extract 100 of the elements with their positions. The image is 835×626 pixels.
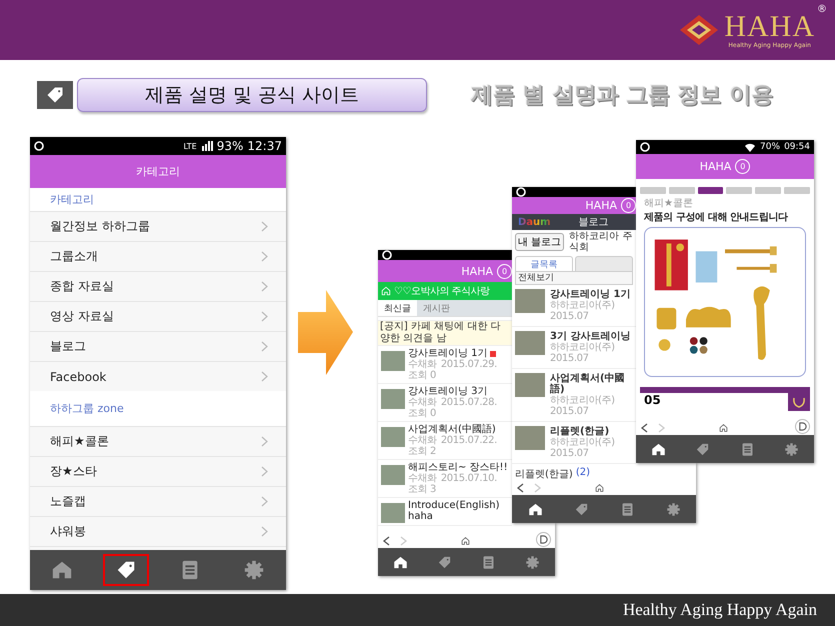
app-title: HAHA [461, 264, 493, 278]
settings-icon [525, 554, 540, 570]
category-list-item[interactable]: Facebook [30, 361, 286, 391]
tag-icon [436, 554, 452, 570]
post-author: 하하코리아(주) [550, 300, 615, 311]
post-title: 강사트레이닝 1기 [550, 289, 630, 300]
post-author: 수채화 [408, 397, 437, 408]
logo-emblem-icon [678, 13, 720, 47]
category-label: 해피★콜론 [50, 433, 109, 450]
tag-icon [695, 442, 710, 456]
post-count: (2) [576, 467, 590, 480]
my-blog-button[interactable]: 내 블로그 [515, 233, 564, 251]
post-title: 강사트레이닝 1기 [408, 348, 488, 359]
post-row[interactable]: 강사트레이닝 3기 수채화 2015.07.28. 조회 0 [378, 384, 512, 422]
portal-logo: Daum [518, 216, 551, 228]
blog-bar-title: 블로그 [578, 216, 609, 230]
post-date: 2015.07.29. [440, 359, 497, 370]
breadcrumb: 해피★콜론 [643, 197, 694, 209]
post-row[interactable]: 3기 강사트레이닝 하하코리아(주) 2015.07 [512, 327, 636, 369]
section-label: 카테고리 [30, 188, 286, 211]
category-list-item[interactable]: 장★스타 [30, 456, 286, 486]
floating-button[interactable] [795, 419, 810, 434]
post-row[interactable]: 사업계획서(中國語) 하하코리아(주) 2015.07 [512, 369, 636, 422]
category-list-item[interactable]: 해피★콜론 [30, 426, 286, 456]
category-list-item[interactable]: 영상 자료실 [30, 301, 286, 331]
tab[interactable] [698, 187, 724, 194]
circle-icon [382, 250, 392, 260]
clock: 12:37 [247, 139, 282, 153]
chevron-right-icon [261, 466, 268, 477]
chevron-right-icon [261, 496, 268, 507]
post-author: 하하코리아(주) [550, 342, 615, 353]
battery-level: 70% [760, 142, 780, 152]
home-icon [461, 536, 470, 546]
post-row[interactable]: 사업계획서(中國語) 수채화 2015.07.22. 조회 2 [378, 422, 512, 460]
app-title: HAHA [700, 160, 732, 173]
category-label: 종합 자료실 [50, 278, 114, 295]
chevron-right-icon [261, 281, 268, 292]
tag-icon [45, 85, 65, 105]
category-list-item[interactable]: 블로그 [30, 331, 286, 361]
photo-placeholder [381, 389, 405, 409]
registered-mark: ® [817, 4, 827, 14]
category-label: 월간정보 하하그룹 [50, 218, 150, 235]
post-row[interactable]: 해피스토리~ 장스타!! 수채화 2015.07.10. 조회 3 [378, 460, 512, 498]
category-list-item[interactable]: 그룹소개 [30, 241, 286, 271]
floating-button[interactable] [536, 532, 551, 547]
post-date: 2015.07 [550, 406, 589, 417]
tab[interactable]: 게시판 [417, 300, 456, 316]
tag-icon [115, 559, 137, 581]
home-icon [595, 483, 604, 493]
post-title: 강사트레이닝 3기 [408, 386, 488, 397]
document-icon [481, 554, 496, 570]
post-title: 해피스토리~ 장스타!! [408, 462, 508, 473]
wifi-icon [744, 142, 756, 152]
chat-count-badge: 0 [735, 159, 750, 174]
section-number: 05 [643, 393, 661, 407]
category-label: 노즐캡 [50, 493, 86, 510]
photo-placeholder [381, 465, 405, 485]
footer-slogan: Healthy Aging Happy Again [622, 600, 817, 620]
home-icon [719, 423, 728, 433]
section-title: 제품 설명 및 공식 사이트 [77, 78, 427, 112]
post-author: 수채화 [408, 435, 437, 446]
category-label: 그룹소개 [50, 248, 98, 265]
chevron-right-icon [261, 526, 268, 537]
photo-placeholder [381, 503, 405, 523]
category-list-item[interactable]: 노즐캡 [30, 486, 286, 516]
category-list-item[interactable]: 샤워봉 [30, 516, 286, 546]
post-row[interactable]: 강사트레이닝 1기 수채화 2015.07.29. 조회 0 [378, 346, 512, 384]
page-heading: 제품의 구성에 대해 안내드립니다 [643, 211, 789, 225]
category-label: 영상 자료실 [50, 308, 114, 325]
post-date: 2015.07 [550, 311, 589, 322]
post-date: 2015.07 [550, 448, 589, 459]
post-title: Introduce(English) haha [408, 500, 500, 522]
post-title: 3기 강사트레이닝 [550, 331, 630, 342]
home-icon [51, 559, 73, 581]
category-list-item[interactable]: 종합 자료실 [30, 271, 286, 301]
photo-placeholder [381, 427, 405, 447]
app-title: 카테고리 [136, 164, 180, 179]
section-label: 하하그룹 zone [30, 391, 286, 426]
network-type: LTE [183, 142, 197, 150]
category-list-item[interactable]: 월간정보 하하그룹 [30, 211, 286, 241]
notice-banner[interactable]: [공지] 카페 채팅에 대한 다양한 의견을 남 [378, 320, 512, 346]
post-date: 2015.07.22. [440, 435, 497, 446]
category-name: 리플렛(한글) [515, 468, 573, 481]
photo-placeholder [381, 351, 405, 371]
post-row[interactable]: Introduce(English) haha [378, 498, 512, 526]
filter-dropdown[interactable]: 전체보기 [515, 271, 633, 285]
right-arrow-icon [298, 290, 353, 375]
post-views: 조회 2 [408, 446, 436, 457]
home-icon [528, 502, 542, 516]
post-title: 사업계획서(中國語) [408, 424, 496, 435]
post-row[interactable]: 강사트레이닝 1기 하하코리아(주) 2015.07 [512, 285, 636, 327]
chevron-right-icon [261, 341, 268, 352]
post-title: 리플렛(한글) [550, 426, 610, 437]
post-row[interactable]: 리플렛(한글) 하하코리아(주) 2015.07 [512, 422, 636, 464]
signal-icon [200, 141, 213, 151]
chevron-right-icon [261, 221, 268, 232]
category-label: 장★스타 [50, 463, 97, 480]
circle-icon [516, 187, 526, 197]
tab[interactable]: 글목록 [515, 256, 573, 271]
nav-tag-button[interactable] [103, 554, 149, 586]
